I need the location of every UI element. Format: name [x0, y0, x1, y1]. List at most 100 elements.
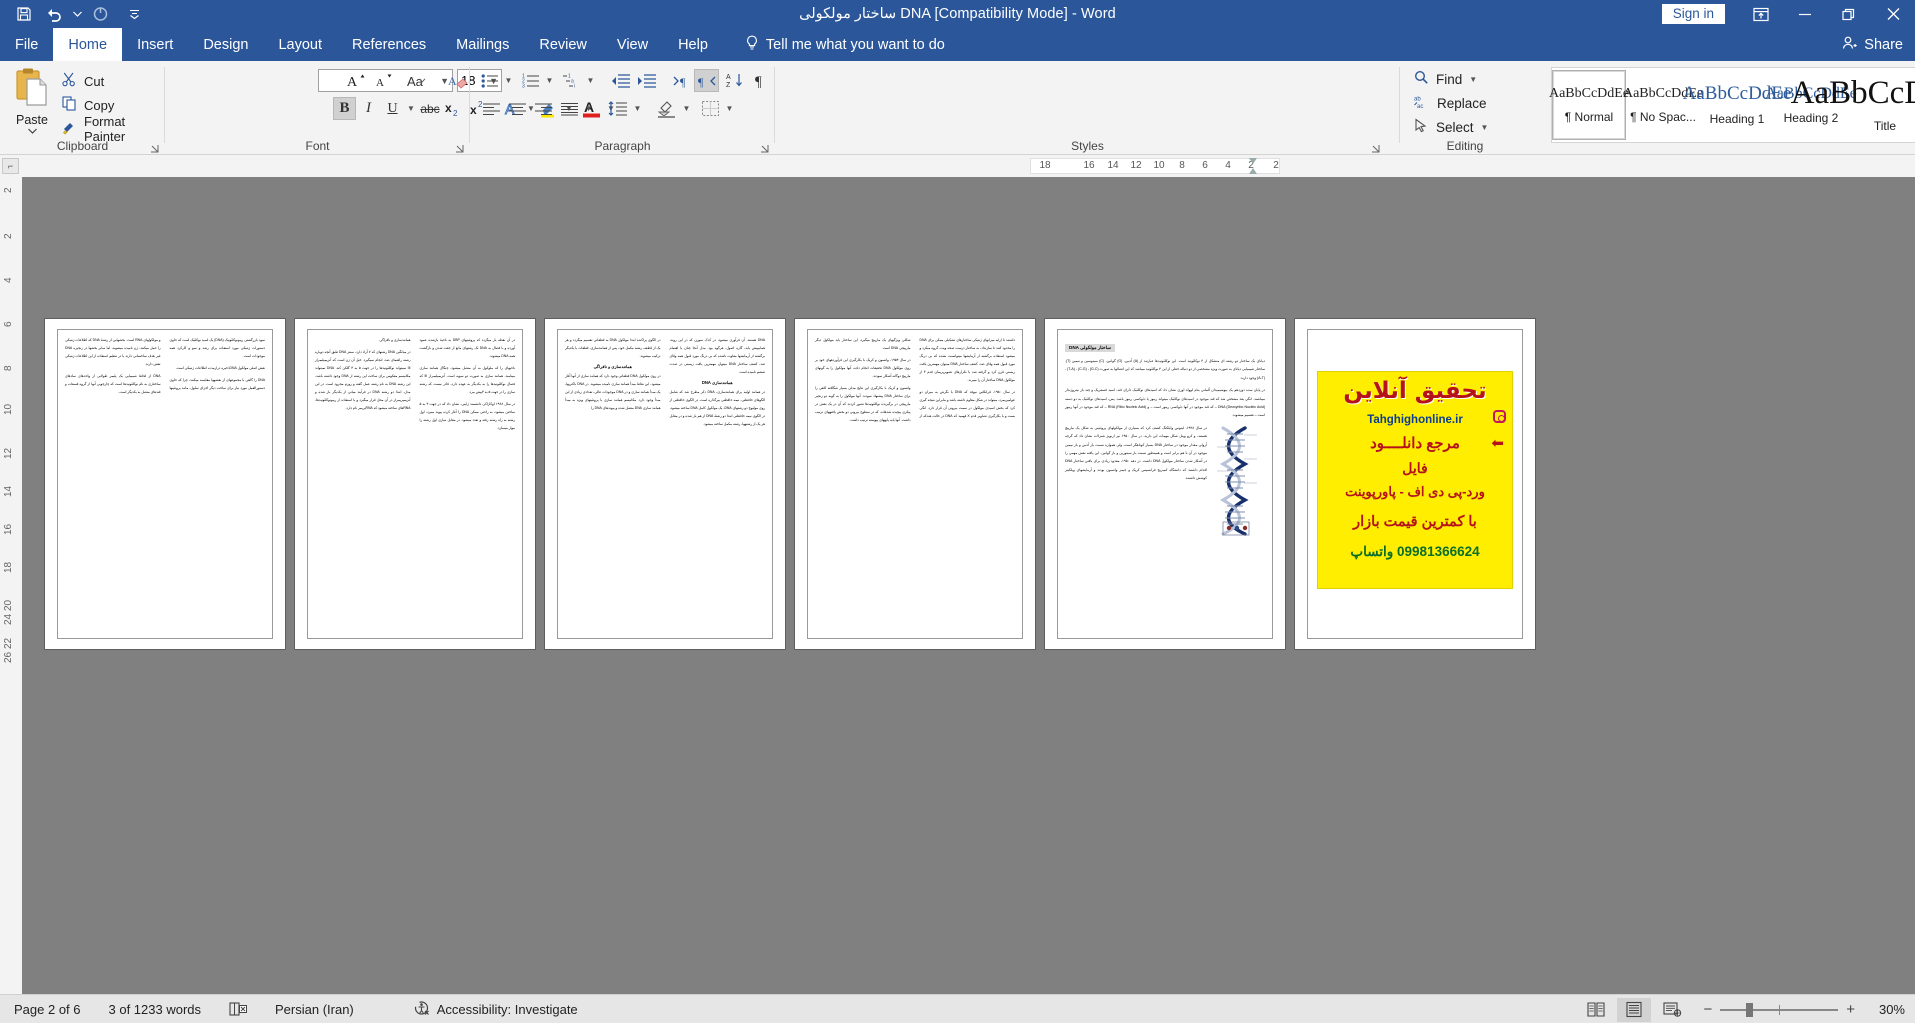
tab-review[interactable]: Review — [524, 28, 602, 61]
page-indicator[interactable]: Page 2 of 6 — [0, 995, 95, 1023]
zoom-out-button[interactable]: − — [1703, 1002, 1712, 1017]
style-no-spacing[interactable]: AaBbCcDdEe ¶ No Spac... — [1623, 70, 1703, 140]
find-button[interactable]: Find ▼ — [1410, 67, 1492, 91]
tab-help[interactable]: Help — [663, 28, 723, 61]
tab-home[interactable]: Home — [53, 28, 123, 61]
style-title[interactable]: AaBbCcDdEe Title — [1791, 70, 1915, 140]
underline-dropdown-icon[interactable]: ▼ — [405, 97, 417, 120]
style-heading-1[interactable]: AaBbCcDdEe Heading 1 — [1683, 70, 1792, 140]
read-mode-icon[interactable] — [1579, 998, 1613, 1022]
subscript-icon[interactable]: x2 — [443, 97, 467, 120]
decrease-indent-icon[interactable] — [607, 69, 633, 92]
zoom-slider[interactable]: − + — [1703, 1002, 1855, 1017]
document-page-6[interactable]: تحقیق آنلاین Tahghighonline.ir ⬅ مرجع دا… — [1295, 319, 1535, 649]
clipboard-dialog-launcher[interactable] — [149, 141, 161, 153]
change-case-icon[interactable]: Aa — [405, 69, 433, 92]
restore-icon[interactable] — [1827, 0, 1871, 28]
sort-icon[interactable]: AZ — [723, 69, 748, 92]
print-layout-icon[interactable] — [1617, 997, 1652, 1022]
grow-font-icon[interactable]: A — [343, 69, 369, 92]
vertical-ruler[interactable]: 2 2 4 6 8 10 12 14 16 18 20 22 24 26 — [0, 177, 22, 994]
page-1-columns: نمود بازرگشتی ریبونوکلئوتیک (DNA) یک اسی… — [65, 336, 265, 396]
paragraph-row-1: ▼ 123 ▼ 1ai ▼ ¶ ¶ AZ ¶ — [478, 69, 772, 92]
justify-icon[interactable] — [556, 97, 582, 120]
save-icon[interactable] — [10, 1, 38, 27]
show-formatting-marks-icon[interactable]: ¶ — [748, 69, 772, 92]
multilevel-dropdown-icon[interactable]: ▼ — [584, 69, 597, 92]
first-line-indent-marker[interactable] — [1249, 158, 1257, 164]
italic-icon[interactable]: I — [357, 97, 380, 120]
tab-mailings[interactable]: Mailings — [441, 28, 524, 61]
format-painter-button[interactable]: Format Painter — [58, 114, 165, 144]
shrink-font-icon[interactable]: A — [371, 69, 397, 92]
web-layout-icon[interactable] — [1655, 998, 1689, 1022]
document-page-5[interactable]: ساختار مولکولی DNA دیانای یک ساختار دو ر… — [1045, 319, 1285, 649]
tab-references[interactable]: References — [337, 28, 441, 61]
multilevel-list-icon[interactable]: 1ai — [560, 69, 584, 92]
line-spacing-dropdown-icon[interactable]: ▼ — [631, 97, 644, 120]
select-dropdown-icon[interactable]: ▼ — [1481, 123, 1489, 132]
tab-view[interactable]: View — [602, 28, 663, 61]
borders-dropdown-icon[interactable]: ▼ — [723, 97, 736, 120]
ltr-text-direction-icon[interactable]: ¶ — [669, 69, 694, 92]
align-left-icon[interactable] — [478, 97, 504, 120]
zoom-track[interactable] — [1720, 1002, 1839, 1017]
zoom-handle[interactable] — [1746, 1002, 1754, 1017]
hanging-indent-marker[interactable] — [1249, 168, 1257, 174]
customize-qat-icon[interactable] — [124, 1, 144, 27]
select-button[interactable]: Select ▼ — [1410, 115, 1492, 139]
underline-icon[interactable]: U — [381, 97, 404, 120]
numbering-icon[interactable]: 123 — [519, 69, 543, 92]
tell-me-box[interactable]: Tell me what you want to do — [723, 28, 955, 61]
redo-icon[interactable] — [86, 1, 114, 27]
undo-icon[interactable] — [40, 1, 68, 27]
document-page-1[interactable]: نمود بازرگشتی ریبونوکلئوتیک (DNA) یک اسی… — [45, 319, 285, 649]
ruler-mark: 6 — [3, 321, 14, 327]
zoom-in-button[interactable]: + — [1846, 1002, 1855, 1017]
bullets-dropdown-icon[interactable]: ▼ — [502, 69, 515, 92]
document-page-3[interactable]: DNA هستند. آن فرآوری میشود، در کدک سوزن … — [545, 319, 785, 649]
accessibility-indicator[interactable]: Accessibility: Investigate — [368, 995, 592, 1023]
document-canvas[interactable]: 2 2 4 6 8 10 12 14 16 18 20 22 24 26 نمو… — [0, 177, 1915, 994]
minimize-icon[interactable] — [1783, 0, 1827, 28]
font-dialog-launcher[interactable] — [454, 141, 466, 153]
horizontal-ruler[interactable]: 18 16 14 12 10 8 6 4 2 2 — [1030, 158, 1280, 174]
rtl-text-direction-icon[interactable]: ¶ — [694, 69, 719, 92]
shading-dropdown-icon[interactable]: ▼ — [680, 97, 693, 120]
tab-layout[interactable]: Layout — [263, 28, 337, 61]
language-indicator[interactable]: Persian (Iran) — [261, 995, 368, 1023]
shading-icon[interactable] — [654, 97, 680, 120]
justify-dropdown-icon[interactable]: ▼ — [582, 97, 595, 120]
find-dropdown-icon[interactable]: ▼ — [1469, 75, 1477, 84]
document-page-4[interactable]: داشتند تا ارایه میزانهای ژنتیکی ساختارها… — [795, 319, 1035, 649]
cut-button[interactable]: Cut — [58, 69, 165, 93]
line-spacing-icon[interactable] — [605, 97, 631, 120]
tab-design[interactable]: Design — [188, 28, 263, 61]
borders-icon[interactable] — [697, 97, 723, 120]
close-icon[interactable] — [1871, 0, 1915, 28]
document-page-2[interactable]: در آن نقطه باز میگردد که پروتئینهای DBP … — [295, 319, 535, 649]
paragraph-dialog-launcher[interactable] — [759, 141, 771, 153]
tab-stop-selector[interactable]: ⌐ — [2, 158, 19, 174]
word-count[interactable]: 3 of 1233 words — [95, 995, 216, 1023]
increase-indent-icon[interactable] — [633, 69, 659, 92]
align-center-icon[interactable] — [504, 97, 530, 120]
replace-button[interactable]: ab ac Replace — [1410, 91, 1492, 115]
sign-in-button[interactable]: Sign in — [1661, 4, 1725, 24]
bold-icon[interactable]: B — [333, 97, 356, 120]
numbering-dropdown-icon[interactable]: ▼ — [543, 69, 556, 92]
paragraph: ناحیهای را که ملوکول به آن متصل میشود، چ… — [419, 366, 516, 394]
undo-dropdown-icon[interactable] — [70, 1, 84, 27]
styles-dialog-launcher[interactable] — [1370, 141, 1382, 153]
tab-file[interactable]: File — [0, 28, 53, 61]
bullets-icon[interactable] — [478, 69, 502, 92]
share-button[interactable]: Share — [1842, 28, 1903, 61]
ribbon-display-options-icon[interactable] — [1739, 0, 1783, 28]
align-right-icon[interactable] — [530, 97, 556, 120]
proofing-errors-icon[interactable] — [215, 995, 261, 1023]
strikethrough-icon[interactable]: abc — [418, 97, 442, 120]
style-normal[interactable]: AaBbCcDdEe ¶ Normal — [1549, 70, 1629, 140]
paste-button[interactable]: Paste — [6, 67, 58, 145]
tab-insert[interactable]: Insert — [122, 28, 188, 61]
zoom-level[interactable]: 30% — [1867, 1002, 1905, 1017]
